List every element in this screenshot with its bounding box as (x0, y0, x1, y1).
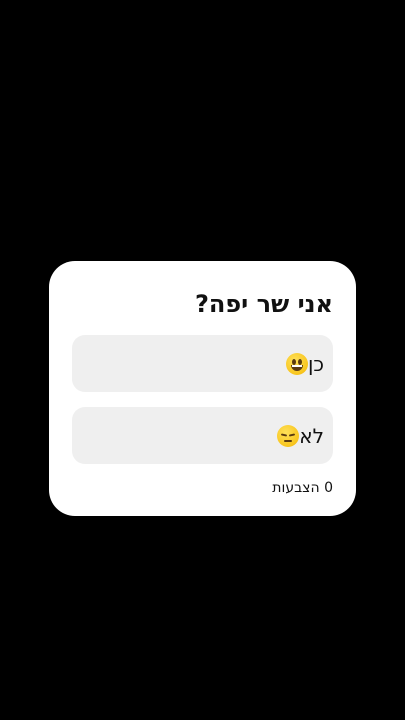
vote-count: 0 הצבעות (272, 480, 333, 496)
poll-option-no[interactable]: לא (72, 407, 333, 464)
grinning-face-icon (285, 352, 308, 375)
story-screen: אני שר יפה? כן לא 0 הצבעות (0, 0, 405, 720)
poll-option-label: לא (299, 423, 324, 448)
poll-options: כן לא (72, 335, 333, 464)
poll-question: אני שר יפה? (194, 290, 333, 318)
poll-option-yes[interactable]: כן (72, 335, 333, 392)
poll-option-label: כן (307, 351, 324, 376)
pensive-face-icon (277, 424, 300, 447)
poll-card: אני שר יפה? כן לא 0 הצבעות (49, 261, 356, 516)
